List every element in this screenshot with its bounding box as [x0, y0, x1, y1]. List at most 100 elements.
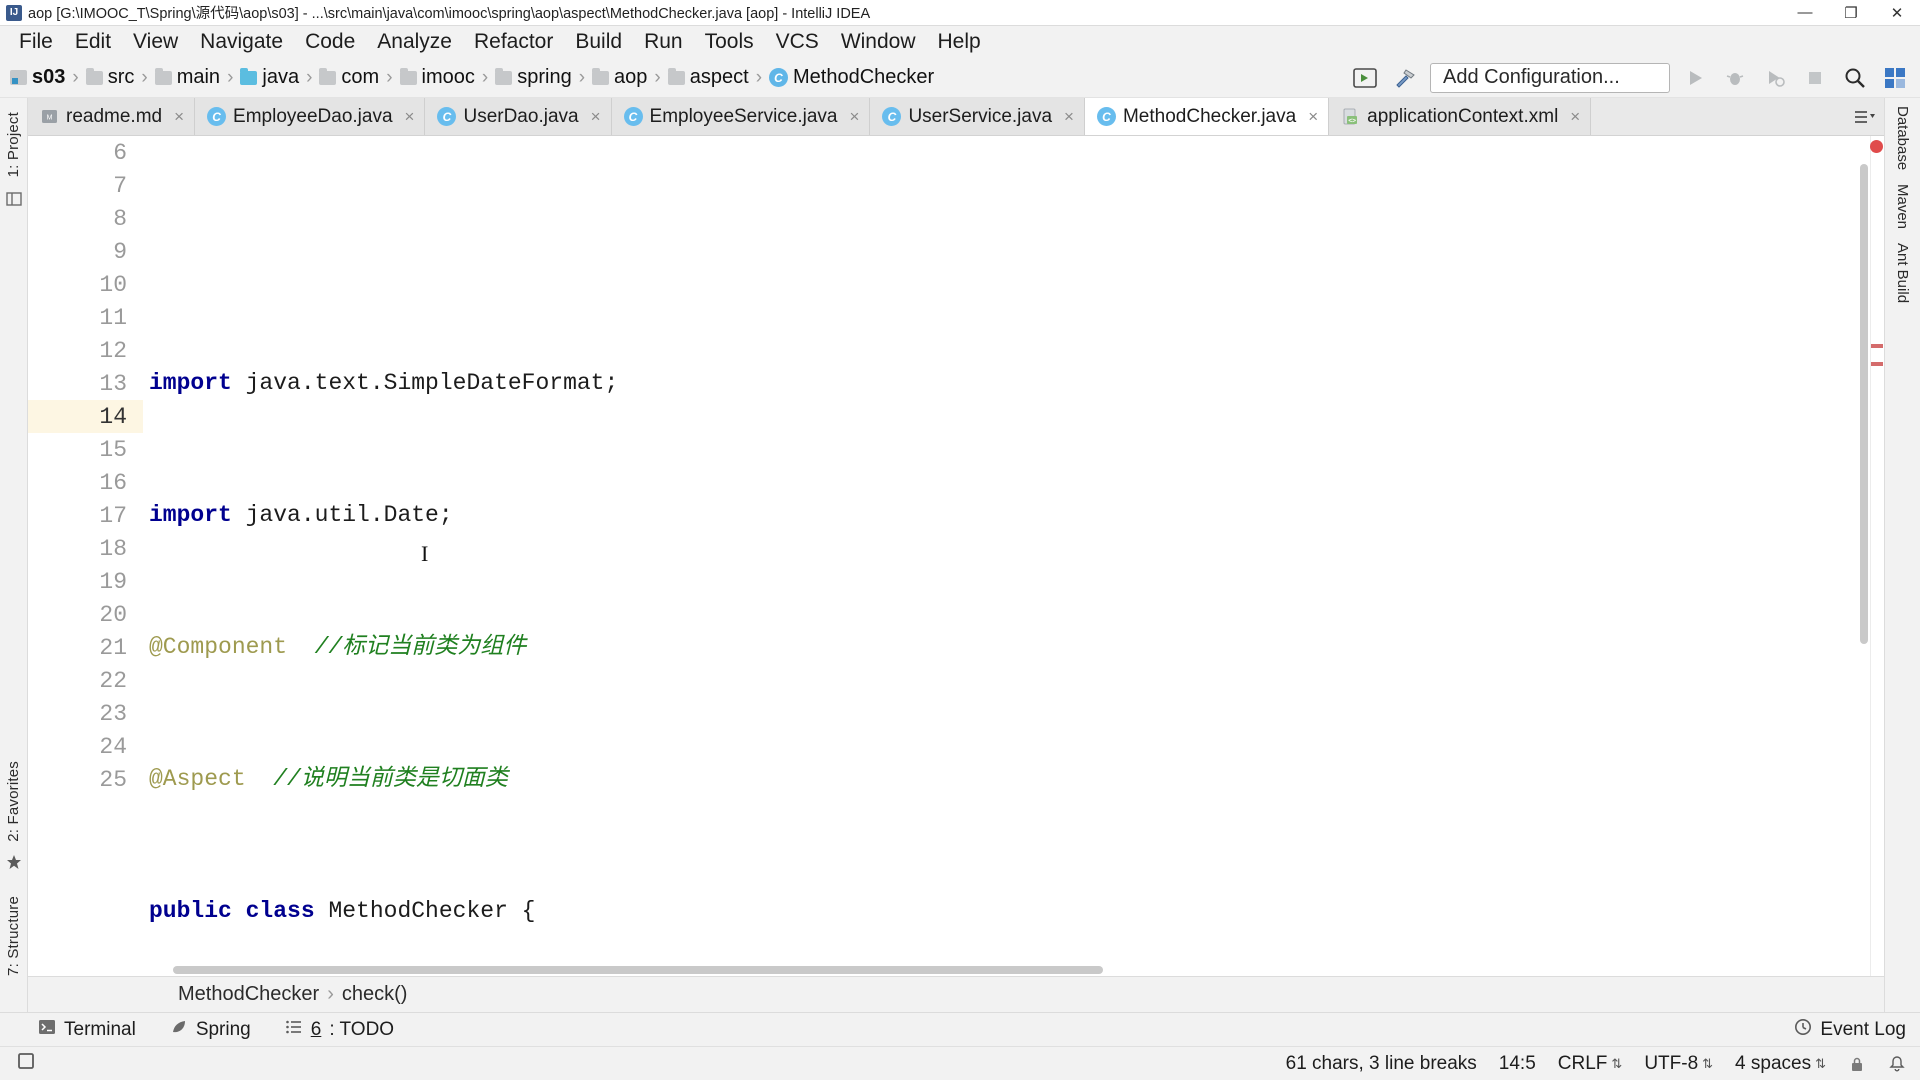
project-structure-icon[interactable]: [5, 191, 22, 207]
breadcrumb-main[interactable]: main: [154, 66, 220, 89]
error-indicator-icon[interactable]: [1870, 140, 1883, 153]
menu-analyze[interactable]: Analyze: [366, 27, 463, 57]
line-number: 17: [99, 502, 127, 529]
minimize-button[interactable]: —: [1782, 0, 1828, 26]
sidebar-item-maven[interactable]: Maven: [1894, 184, 1911, 229]
menu-vcs[interactable]: VCS: [765, 27, 830, 57]
code-line[interactable]: @Component //标记当前类为组件: [143, 631, 1884, 664]
tab-label: applicationContext.xml: [1367, 105, 1559, 127]
sidebar-item-database[interactable]: Database: [1894, 106, 1911, 170]
window-controls: — ❐ ✕: [1782, 0, 1920, 26]
code-text-area[interactable]: import java.text.SimpleDateFormat; impor…: [143, 136, 1884, 976]
code-line[interactable]: import java.util.Date;: [143, 499, 1884, 532]
menu-build[interactable]: Build: [564, 27, 633, 57]
code-comment: //说明当前类是切面类: [273, 766, 508, 792]
code-line[interactable]: import java.text.SimpleDateFormat;: [143, 367, 1884, 400]
tool-window-todo[interactable]: 6 : TODO: [285, 1018, 394, 1042]
breadcrumb-spring[interactable]: spring: [495, 66, 572, 89]
menu-refactor[interactable]: Refactor: [463, 27, 564, 57]
build-hammer-icon[interactable]: [1390, 63, 1420, 93]
breadcrumb-aop[interactable]: aop: [592, 66, 647, 89]
tab-methodchecker-java[interactable]: C MethodChecker.java ×: [1084, 98, 1330, 135]
code-editor[interactable]: 6 7 8 9 10 11 12 13 14 15 16 17 18 19 20…: [28, 136, 1884, 976]
notification-icon[interactable]: [1888, 1055, 1906, 1073]
line-separator-selector[interactable]: CRLF ⇅: [1558, 1053, 1623, 1075]
encoding-selector[interactable]: UTF-8 ⇅: [1644, 1053, 1713, 1075]
menu-run[interactable]: Run: [633, 27, 694, 57]
run-with-coverage-icon[interactable]: [1760, 63, 1790, 93]
horizontal-scrollbar[interactable]: [173, 966, 1103, 974]
line-number: 11: [99, 304, 127, 331]
lock-icon[interactable]: [1848, 1055, 1866, 1073]
stop-icon[interactable]: [1800, 63, 1830, 93]
menu-code[interactable]: Code: [294, 27, 366, 57]
close-icon[interactable]: ×: [405, 107, 415, 127]
maximize-button[interactable]: ❐: [1828, 0, 1874, 26]
menu-edit[interactable]: Edit: [64, 27, 122, 57]
breadcrumb-src[interactable]: src: [85, 66, 134, 89]
breadcrumb-label: imooc: [421, 66, 475, 88]
error-stripe-marker[interactable]: [1871, 344, 1883, 348]
code-comment: //标记当前类为组件: [314, 634, 527, 660]
indent-selector[interactable]: 4 spaces ⇅: [1735, 1053, 1826, 1075]
close-icon[interactable]: ×: [174, 107, 184, 127]
star-icon: [6, 854, 22, 870]
breadcrumb-label: spring: [517, 66, 572, 88]
close-icon[interactable]: ×: [1308, 107, 1318, 127]
breadcrumb-imooc[interactable]: imooc: [399, 66, 475, 89]
breadcrumb-aspect[interactable]: aspect: [667, 66, 749, 89]
tab-list-button[interactable]: [1846, 98, 1884, 135]
breadcrumb-method[interactable]: check(): [342, 983, 408, 1006]
sidebar-item-structure[interactable]: 7: Structure: [3, 888, 24, 984]
tab-applicationcontext-xml[interactable]: <> applicationContext.xml ×: [1329, 98, 1592, 135]
error-stripe-marker-bar[interactable]: [1870, 136, 1884, 976]
layout-settings-icon[interactable]: [1880, 63, 1910, 93]
tab-employeedao-java[interactable]: C EmployeeDao.java ×: [195, 98, 426, 135]
menu-navigate[interactable]: Navigate: [189, 27, 294, 57]
tool-window-terminal[interactable]: Terminal: [38, 1018, 136, 1042]
menu-tools[interactable]: Tools: [694, 27, 765, 57]
close-icon[interactable]: ×: [1570, 107, 1580, 127]
code-line[interactable]: [143, 235, 1884, 268]
tool-window-spring[interactable]: Spring: [170, 1018, 251, 1042]
select-run-config-icon[interactable]: [1350, 63, 1380, 93]
breadcrumb-s03[interactable]: s03: [10, 66, 65, 89]
close-button[interactable]: ✕: [1874, 0, 1920, 26]
run-icon[interactable]: [1680, 63, 1710, 93]
breadcrumb-separator: ›: [141, 66, 148, 88]
sidebar-item-favorites[interactable]: 2: Favorites: [3, 753, 24, 850]
run-configuration-selector[interactable]: Add Configuration...: [1430, 62, 1670, 93]
close-icon[interactable]: ×: [591, 107, 601, 127]
breadcrumb-com[interactable]: com: [319, 66, 379, 89]
package-icon: [592, 67, 610, 85]
caret-position[interactable]: 14:5: [1499, 1053, 1536, 1075]
menu-view[interactable]: View: [122, 27, 189, 57]
tab-readme-md[interactable]: M readme.md ×: [28, 98, 196, 135]
package-icon: [667, 67, 685, 85]
search-everywhere-icon[interactable]: [1840, 63, 1870, 93]
menu-window[interactable]: Window: [830, 27, 927, 57]
tab-employeeservice-java[interactable]: C EmployeeService.java ×: [611, 98, 871, 135]
sidebar-item-project[interactable]: 1: Project: [3, 104, 24, 185]
event-log-button[interactable]: Event Log: [1794, 1018, 1920, 1042]
menu-file[interactable]: File: [8, 27, 64, 57]
code-line[interactable]: @Aspect //说明当前类是切面类: [143, 763, 1884, 796]
left-tool-strip: 1: Project 2: Favorites 7: Structure: [0, 98, 28, 1012]
menu-help[interactable]: Help: [927, 27, 992, 57]
line-number-gutter[interactable]: 6 7 8 9 10 11 12 13 14 15 16 17 18 19 20…: [28, 136, 143, 976]
close-icon[interactable]: ×: [1064, 107, 1074, 127]
breadcrumb-java[interactable]: java: [240, 66, 299, 89]
close-icon[interactable]: ×: [850, 107, 860, 127]
debug-icon[interactable]: [1720, 63, 1750, 93]
breadcrumb-methodchecker[interactable]: C MethodChecker: [769, 66, 934, 89]
breadcrumb-class[interactable]: MethodChecker: [178, 983, 319, 1006]
file-read-only-toggle-icon[interactable]: [16, 1051, 36, 1077]
tab-userdao-java[interactable]: C UserDao.java ×: [425, 98, 612, 135]
sidebar-item-ant-build[interactable]: Ant Build: [1894, 243, 1911, 303]
code-token: MethodChecker {: [328, 898, 536, 924]
code-line[interactable]: public class MethodChecker {: [143, 895, 1884, 928]
vertical-scrollbar-thumb[interactable]: [1860, 164, 1868, 644]
error-stripe-marker[interactable]: [1871, 362, 1883, 366]
status-bar: 61 chars, 3 line breaks 14:5 CRLF ⇅ UTF-…: [0, 1046, 1920, 1080]
tab-userservice-java[interactable]: C UserService.java ×: [870, 98, 1085, 135]
